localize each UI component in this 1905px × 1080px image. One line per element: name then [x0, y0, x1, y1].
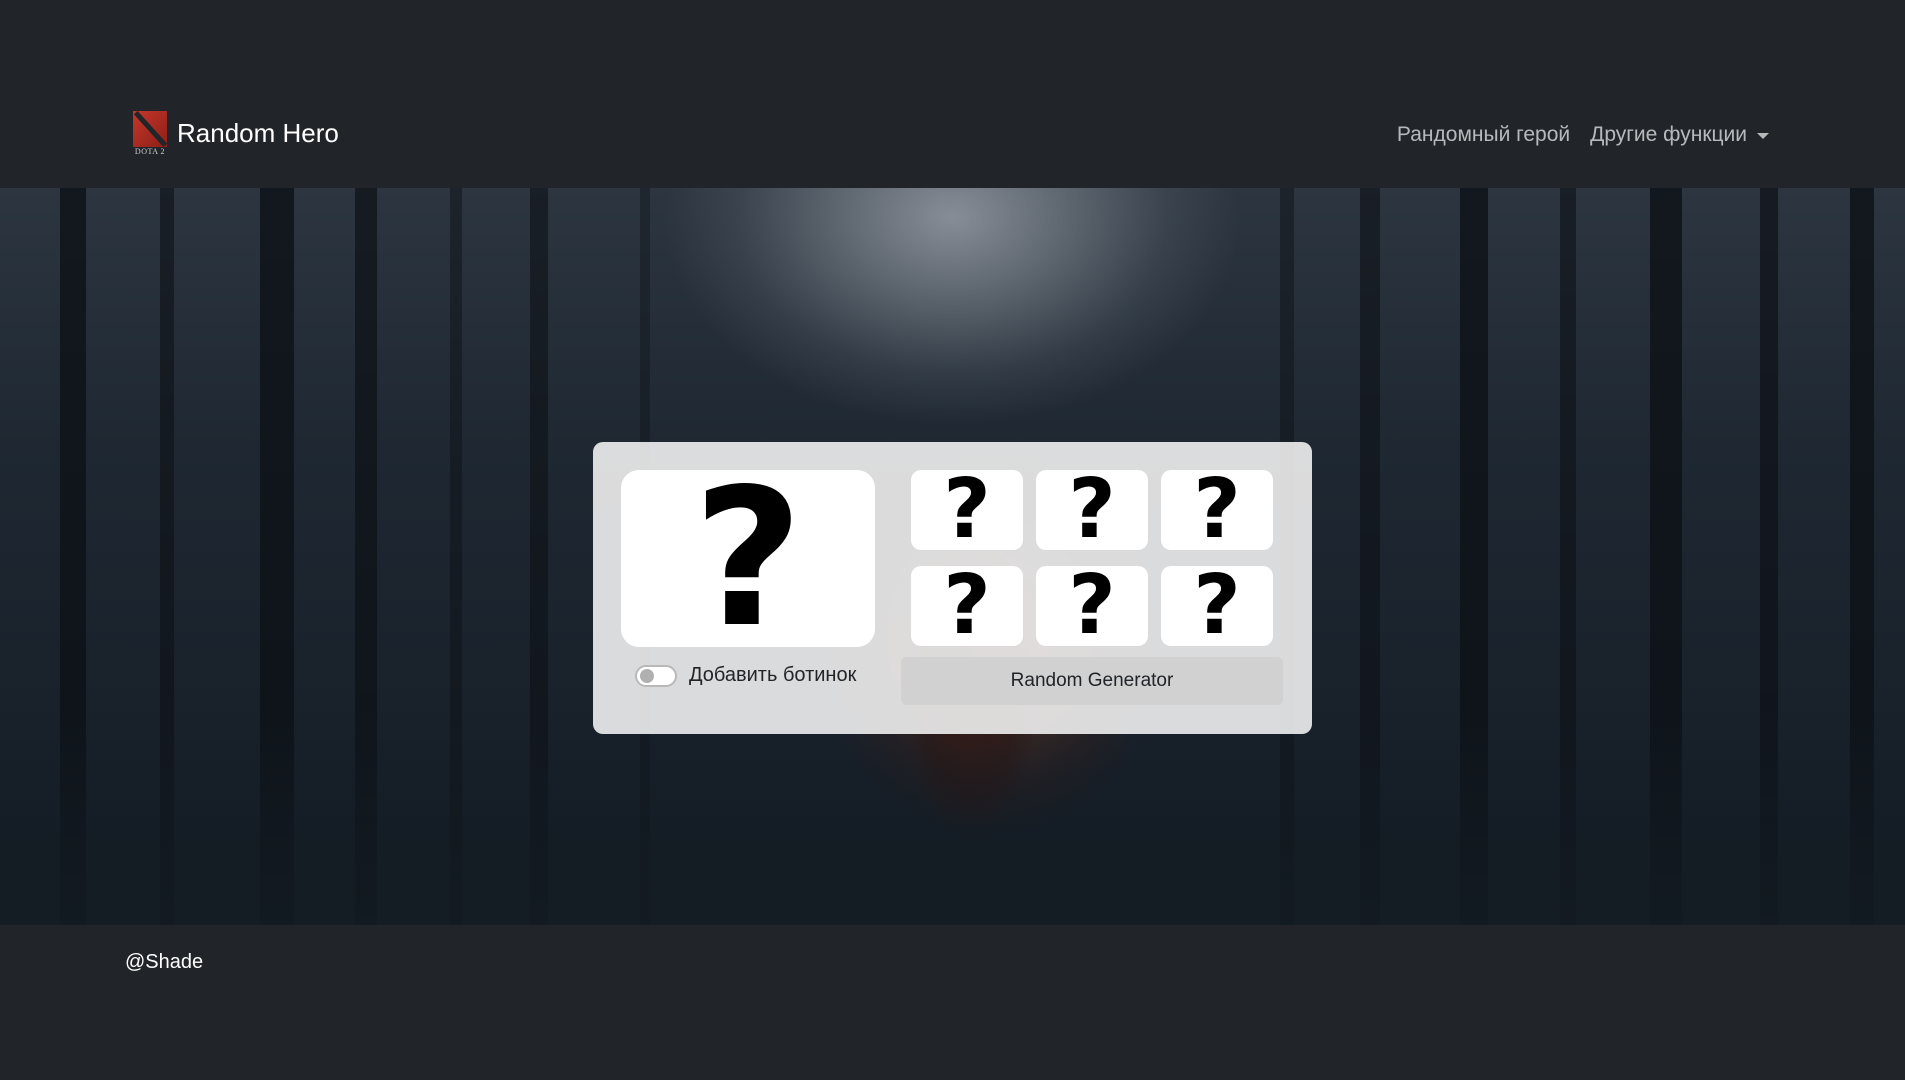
question-mark-icon: ? — [1193, 462, 1241, 557]
item-slot: ? — [1161, 462, 1273, 557]
fog-overlay — [0, 705, 1905, 925]
nav-links: Рандомный герой Другие функции — [1397, 123, 1769, 147]
item-slot: ? — [911, 462, 1023, 557]
question-mark-icon: ? — [943, 558, 991, 653]
question-mark-icon: ? — [692, 447, 804, 669]
item-slot: ? — [911, 558, 1023, 653]
nav-dropdown-label: Другие функции — [1590, 123, 1747, 146]
footer-credit: @Shade — [125, 951, 204, 973]
item-slot: ? — [1161, 558, 1273, 653]
boots-toggle-row: Добавить ботинок — [635, 664, 856, 687]
question-mark-icon: ? — [1068, 462, 1116, 557]
navbar: DOTA 2 Random Hero Рандомный герой Други… — [0, 0, 1905, 188]
item-slot: ? — [1036, 558, 1148, 653]
random-hero-card: ? ? ? ? ? ? ? Добавить ботинок Random Ge… — [593, 442, 1312, 734]
item-slot: ? — [1036, 462, 1148, 557]
random-generator-button[interactable]: Random Generator — [901, 657, 1283, 705]
question-mark-icon: ? — [943, 462, 991, 557]
brand-link[interactable]: DOTA 2 Random Hero — [133, 110, 339, 156]
brand-title: Random Hero — [177, 117, 339, 148]
nav-dropdown-other-functions[interactable]: Другие функции — [1590, 123, 1769, 147]
boots-toggle-switch[interactable] — [635, 664, 677, 687]
hero-background: ? ? ? ? ? ? ? Добавить ботинок Random Ge… — [0, 188, 1905, 925]
main-hero-slot: ? — [621, 463, 875, 653]
caret-down-icon — [1757, 133, 1769, 139]
dota2-logo: DOTA 2 — [133, 110, 168, 156]
boots-toggle-label[interactable]: Добавить ботинок — [689, 664, 856, 687]
nav-link-random-hero[interactable]: Рандомный герой — [1397, 123, 1570, 147]
question-mark-icon: ? — [1068, 558, 1116, 653]
question-mark-icon: ? — [1193, 558, 1241, 653]
switch-knob — [640, 668, 654, 683]
footer: @Shade — [0, 925, 1905, 1080]
